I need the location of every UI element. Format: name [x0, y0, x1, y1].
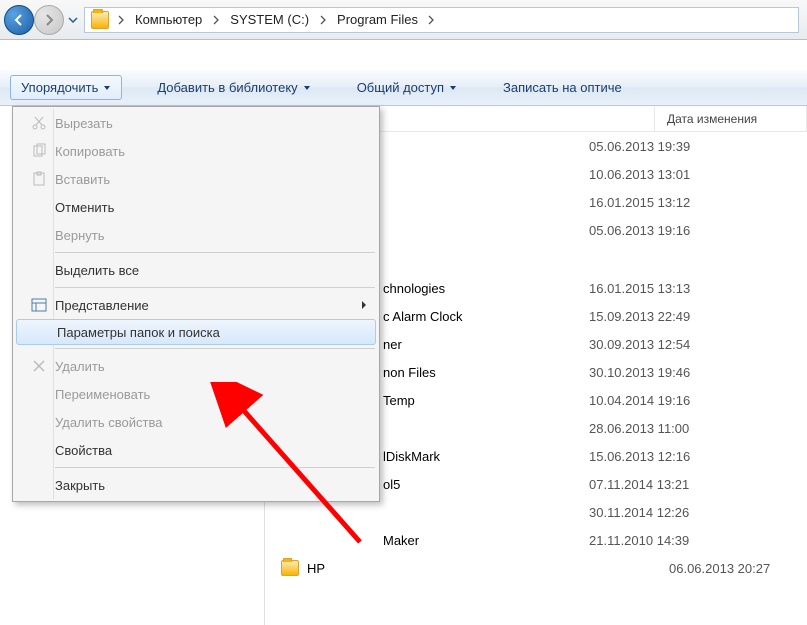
share-button[interactable]: Общий доступ — [346, 75, 468, 100]
menu-layout[interactable]: Представление — [15, 291, 377, 319]
file-date: 10.04.2014 19:16 — [577, 393, 690, 408]
menu-cut[interactable]: Вырезать — [15, 109, 377, 137]
breadcrumb-item[interactable]: Program Files — [331, 9, 424, 31]
organize-label: Упорядочить — [21, 80, 98, 95]
file-date: 16.01.2015 13:12 — [577, 195, 690, 210]
file-name: Maker — [307, 533, 577, 548]
back-button[interactable] — [4, 5, 34, 35]
delete-icon — [23, 358, 55, 374]
file-date: 15.09.2013 22:49 — [577, 309, 690, 324]
file-date: 07.11.2014 13:21 — [577, 477, 689, 492]
breadcrumb-separator[interactable] — [113, 9, 129, 31]
breadcrumb-item[interactable]: Компьютер — [129, 9, 208, 31]
breadcrumb-item[interactable]: SYSTEM (C:) — [224, 9, 315, 31]
file-date: 30.09.2013 12:54 — [577, 337, 690, 352]
layout-icon — [23, 297, 55, 313]
breadcrumb-separator[interactable] — [315, 9, 331, 31]
file-row[interactable]: 30.11.2014 12:26 — [265, 498, 807, 526]
toolbar: Упорядочить Добавить в библиотеку Общий … — [0, 70, 807, 106]
file-date: 06.06.2013 20:27 — [657, 561, 770, 576]
copy-icon — [23, 143, 55, 159]
menu-paste[interactable]: Вставить — [15, 165, 377, 193]
share-label: Общий доступ — [357, 80, 444, 95]
file-date: 05.06.2013 19:16 — [577, 223, 690, 238]
file-row[interactable]: Maker21.11.2010 14:39 — [265, 526, 807, 554]
file-date: 15.06.2013 12:16 — [577, 449, 690, 464]
file-row[interactable]: HP06.06.2013 20:27 — [265, 554, 807, 582]
menu-delete[interactable]: Удалить — [15, 352, 377, 380]
organize-menu: Вырезать Копировать Вставить Отменить Ве… — [12, 106, 380, 502]
breadcrumb[interactable]: Компьютер SYSTEM (C:) Program Files — [84, 7, 799, 33]
breadcrumb-separator[interactable] — [424, 9, 440, 31]
file-date: 05.06.2013 19:39 — [577, 139, 690, 154]
menu-remove-properties[interactable]: Удалить свойства — [15, 408, 377, 436]
file-date: 28.06.2013 11:00 — [577, 421, 689, 436]
folder-icon — [281, 560, 299, 576]
menu-select-all[interactable]: Выделить все — [15, 256, 377, 284]
navigation-bar: Компьютер SYSTEM (C:) Program Files — [0, 0, 807, 40]
breadcrumb-separator[interactable] — [208, 9, 224, 31]
menu-folder-options[interactable]: Параметры папок и поиска — [16, 319, 376, 345]
file-date: 21.11.2010 14:39 — [577, 533, 689, 548]
menu-properties[interactable]: Свойства — [15, 436, 377, 464]
scissors-icon — [23, 115, 55, 131]
menu-undo[interactable]: Отменить — [15, 193, 377, 221]
folder-icon — [91, 11, 109, 29]
file-date: 10.06.2013 13:01 — [577, 167, 690, 182]
burn-label: Записать на оптиче — [503, 80, 622, 95]
history-dropdown[interactable] — [66, 10, 80, 30]
file-date: 16.01.2015 13:13 — [577, 281, 690, 296]
burn-button[interactable]: Записать на оптиче — [492, 75, 633, 100]
add-to-library-label: Добавить в библиотеку — [157, 80, 297, 95]
organize-button[interactable]: Упорядочить — [10, 75, 122, 100]
file-name: HP — [307, 561, 657, 576]
file-date: 30.10.2013 19:46 — [577, 365, 690, 380]
menu-close[interactable]: Закрыть — [15, 471, 377, 499]
menu-redo[interactable]: Вернуть — [15, 221, 377, 249]
menu-rename[interactable]: Переименовать — [15, 380, 377, 408]
column-header-date[interactable]: Дата изменения — [655, 106, 807, 131]
submenu-arrow-icon — [361, 298, 367, 313]
forward-button[interactable] — [34, 5, 64, 35]
paste-icon — [23, 171, 55, 187]
file-date: 30.11.2014 12:26 — [577, 505, 689, 520]
add-to-library-button[interactable]: Добавить в библиотеку — [146, 75, 321, 100]
menu-copy[interactable]: Копировать — [15, 137, 377, 165]
